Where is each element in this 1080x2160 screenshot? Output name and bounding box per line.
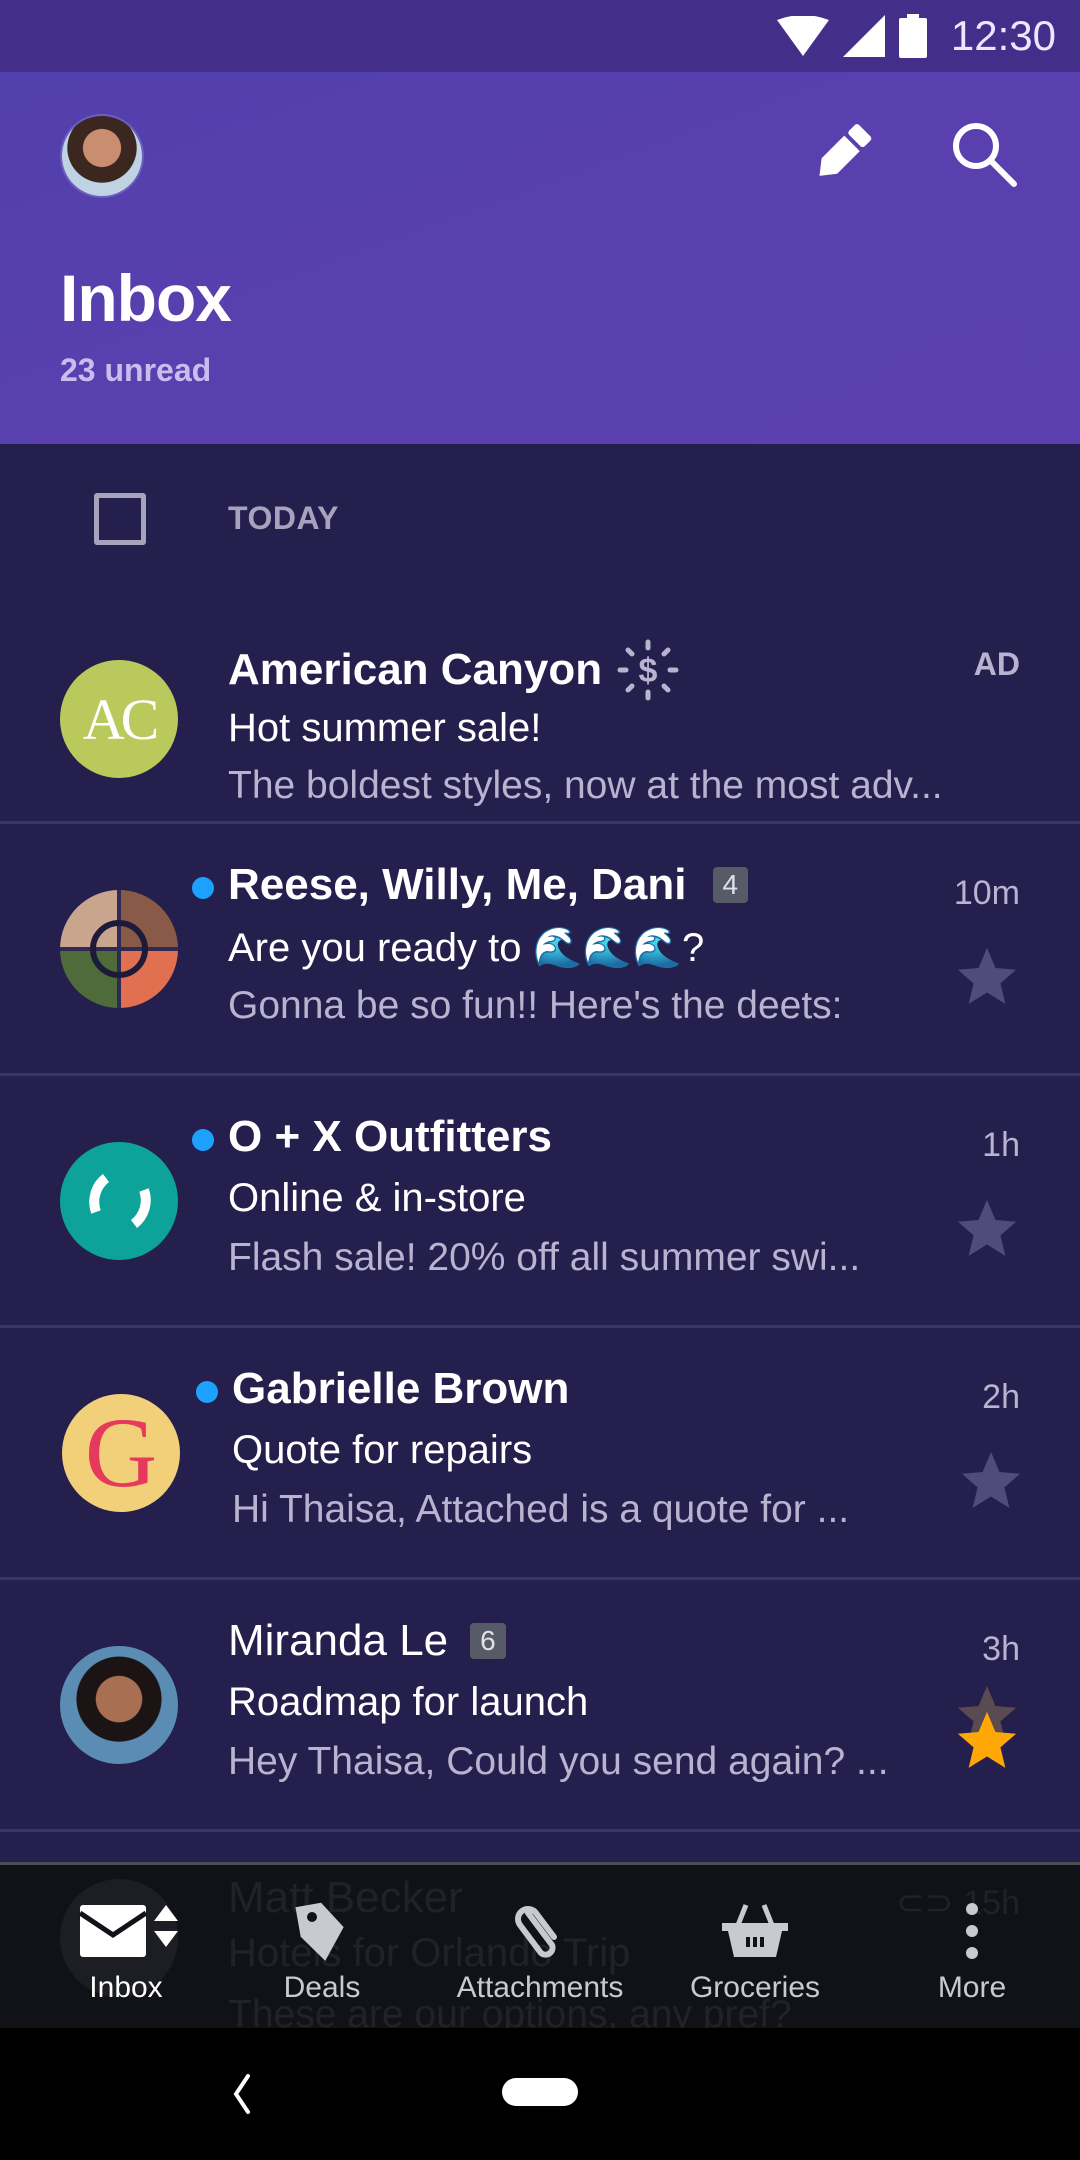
nav-label: Inbox (89, 1971, 163, 2004)
email-time: 2h (982, 1378, 1020, 1416)
avatar-initials: G (84, 1397, 158, 1508)
back-icon[interactable] (222, 2070, 262, 2118)
sender-name: Gabrielle Brown (232, 1364, 570, 1413)
nav-attachments[interactable]: Attachments (440, 1865, 640, 2028)
thread-count-badge: 4 (712, 867, 749, 903)
email-snippet: Gonna be so fun!! Here's the deets: (228, 984, 843, 1027)
basket-icon (720, 1895, 790, 1967)
sender-text: Miranda Le (228, 1616, 449, 1665)
email-subject: Quote for repairs (232, 1428, 533, 1472)
nav-label: More (937, 1971, 1007, 2004)
sender-name: Reese, Willy, Me, Dani 4 (228, 860, 749, 910)
bottom-nav: Matt Becker Hotels for Orlando Trip Thes… (0, 1862, 1080, 2028)
nav-label: Groceries (689, 1971, 821, 2004)
sender-avatar: G (62, 1394, 180, 1512)
tag-icon (290, 1895, 354, 1967)
nav-deals[interactable]: Deals (262, 1865, 382, 2028)
email-snippet: The boldest styles, now at the most adv.… (228, 764, 943, 807)
clock: 12:30 (950, 12, 1056, 59)
sender-avatar: AC (60, 660, 178, 778)
email-list: TODAY AC American Canyon $ AD Hot summer… (0, 444, 1080, 1864)
group-avatar (60, 890, 178, 1008)
sender-text: American Canyon (228, 645, 603, 694)
email-time: 10m (953, 874, 1020, 912)
email-subject: Are you ready to 🌊🌊🌊? (228, 926, 705, 970)
section-header: TODAY (0, 444, 1080, 594)
sender-name: American Canyon $ (228, 638, 680, 702)
nav-more[interactable]: More (912, 1865, 1032, 2028)
ad-label: AD (973, 646, 1020, 682)
system-nav-bar (0, 2028, 1080, 2160)
nav-groceries[interactable]: Groceries (660, 1865, 850, 2028)
thread-count-badge: 6 (470, 1623, 506, 1659)
search-icon (953, 123, 1017, 187)
cell-signal-icon (842, 15, 885, 57)
star-filled-icon[interactable] (952, 1706, 1022, 1776)
email-subject: Roadmap for launch (228, 1680, 589, 1724)
inbox-icon (66, 1895, 186, 1967)
email-row[interactable]: Miranda Le 6 3h Roadmap for launch Hey T… (0, 1580, 1080, 1832)
email-row[interactable]: O + X Outfitters 1h Online & in-store Fl… (0, 1076, 1080, 1328)
status-bar: 12:30 (0, 0, 1080, 72)
email-row-ad[interactable]: AC American Canyon $ AD Hot summer sale!… (0, 594, 1080, 824)
email-subject: Online & in-store (228, 1176, 526, 1220)
select-all-checkbox[interactable] (94, 493, 146, 545)
email-snippet: Hey Thaisa, Could you send again? ... (228, 1740, 889, 1783)
email-row[interactable]: G Gabrielle Brown 2h Quote for repairs H… (0, 1328, 1080, 1580)
email-time: 3h (982, 1630, 1020, 1668)
svg-text:$: $ (639, 652, 658, 690)
email-snippet: Hi Thaisa, Attached is a quote for ... (232, 1488, 850, 1531)
battery-icon (898, 14, 927, 58)
star-icon[interactable] (952, 1194, 1022, 1264)
email-row[interactable]: Reese, Willy, Me, Dani 4 10m Are you rea… (0, 824, 1080, 1076)
unread-dot (192, 1129, 214, 1151)
nav-label: Attachments (456, 1971, 624, 2004)
sponsored-icon: $ (617, 639, 679, 701)
page-title: Inbox (60, 261, 232, 335)
unread-count: 23 unread (60, 352, 212, 388)
email-snippet: Flash sale! 20% off all summer swi... (228, 1236, 861, 1279)
unread-dot (196, 1381, 218, 1403)
paperclip-icon (508, 1895, 572, 1967)
more-vertical-icon (962, 1895, 982, 1967)
section-label: TODAY (228, 500, 339, 536)
sender-name: Miranda Le 6 (228, 1616, 506, 1666)
nav-inbox[interactable]: Inbox (56, 1865, 196, 2028)
star-icon[interactable] (956, 1446, 1026, 1516)
brand-logo-icon (89, 1174, 151, 1228)
star-icon[interactable] (952, 942, 1022, 1012)
status-icons: 12:30 (776, 0, 1056, 72)
compose-icon (819, 124, 872, 176)
sender-name: O + X Outfitters (228, 1112, 552, 1161)
compose-button[interactable] (800, 114, 880, 194)
nav-label: Deals (283, 1971, 361, 2004)
unread-dot (192, 877, 214, 899)
email-time: 1h (982, 1126, 1020, 1164)
sender-avatar (60, 1142, 178, 1260)
search-button[interactable] (944, 114, 1024, 194)
wifi-icon (776, 16, 829, 56)
sender-text: Reese, Willy, Me, Dani (228, 860, 687, 909)
profile-avatar[interactable] (60, 114, 144, 198)
avatar-initials: AC (82, 686, 160, 752)
sender-avatar (60, 1646, 178, 1764)
home-button[interactable] (502, 2078, 578, 2106)
app-header: Inbox 23 unread (0, 72, 1080, 444)
email-subject: Hot summer sale! (228, 706, 542, 750)
